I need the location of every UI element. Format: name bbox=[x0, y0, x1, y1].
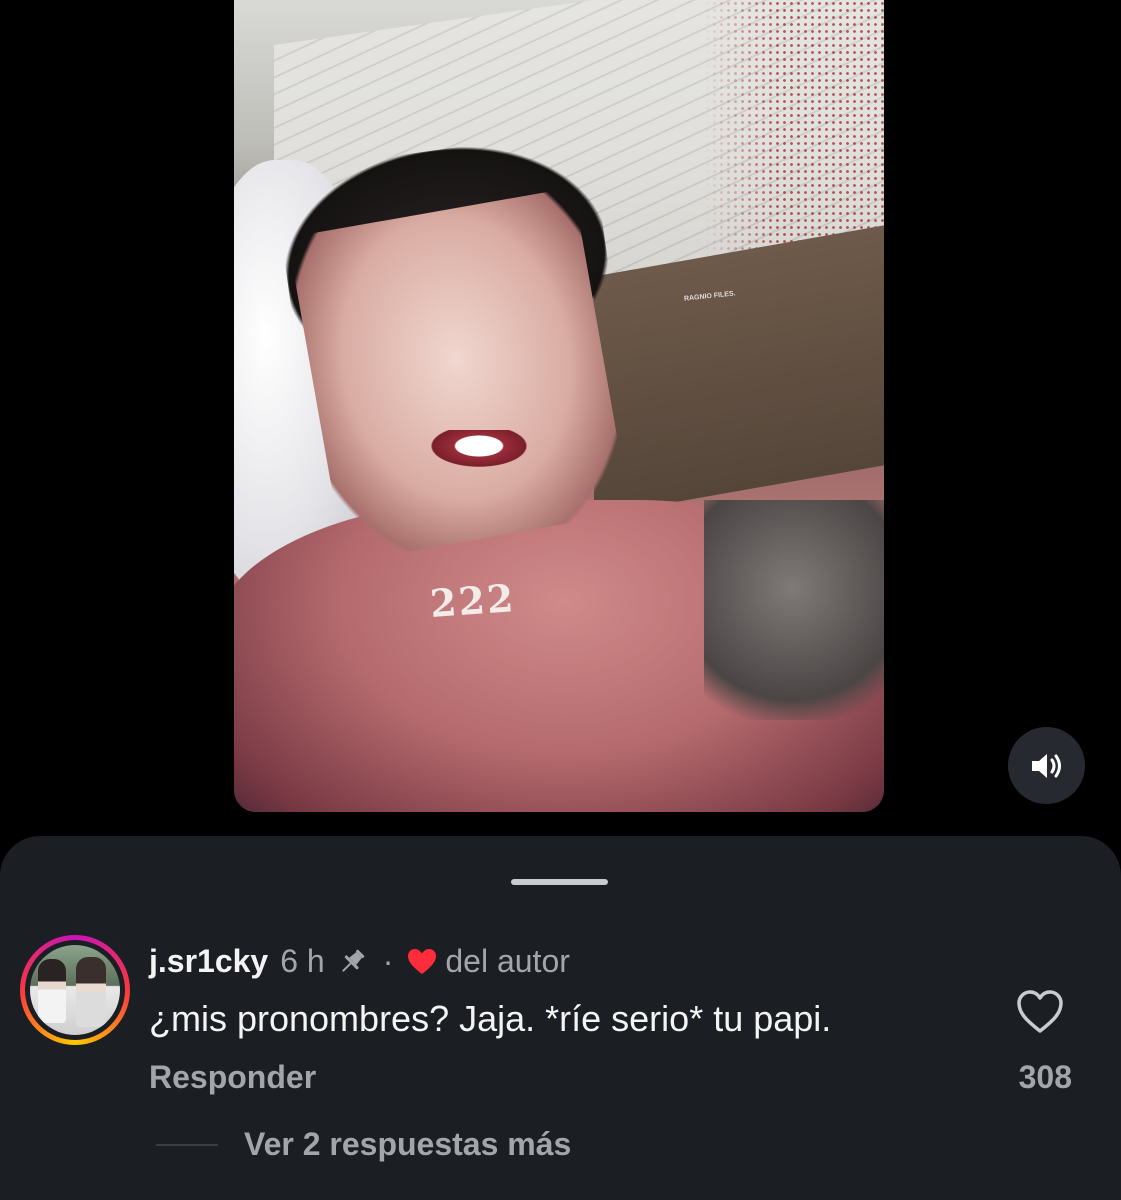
comment-time: 6 h bbox=[280, 943, 325, 979]
like-button[interactable] bbox=[1016, 989, 1064, 1035]
like-count: 308 bbox=[1018, 1059, 1072, 1095]
sheet-drag-handle[interactable] bbox=[511, 879, 608, 885]
subject-mouth bbox=[424, 430, 534, 470]
comments-sheet: j.sr1cky 6 h · del autor ¿mis pronombres… bbox=[0, 836, 1121, 1200]
heart-icon bbox=[407, 948, 437, 975]
shoulder-tattoo bbox=[704, 500, 884, 720]
sound-toggle-button[interactable] bbox=[1008, 727, 1085, 804]
separator-dot: · bbox=[382, 943, 394, 979]
replies-divider bbox=[156, 1144, 218, 1146]
neck-tattoo-text: 222 bbox=[428, 575, 517, 626]
comment-username[interactable]: j.sr1cky bbox=[149, 943, 268, 980]
heart-outline-icon bbox=[1017, 990, 1063, 1033]
reply-button[interactable]: Responder bbox=[149, 1059, 316, 1096]
speaker-on-icon bbox=[1031, 753, 1061, 778]
comment-header: j.sr1cky 6 h · del autor bbox=[149, 943, 570, 980]
liked-by-author-label: del autor bbox=[445, 943, 570, 979]
avatar bbox=[30, 945, 120, 1035]
pin-icon bbox=[335, 947, 369, 977]
comment-text: ¿mis pronombres? Jaja. *ríe serio* tu pa… bbox=[149, 998, 832, 1039]
subject-face bbox=[287, 187, 631, 563]
reel-media[interactable]: RAGNIO FILES. 222 bbox=[234, 0, 884, 812]
view-replies-button[interactable]: Ver 2 respuestas más bbox=[244, 1126, 571, 1163]
avatar-story-ring[interactable] bbox=[20, 935, 130, 1045]
